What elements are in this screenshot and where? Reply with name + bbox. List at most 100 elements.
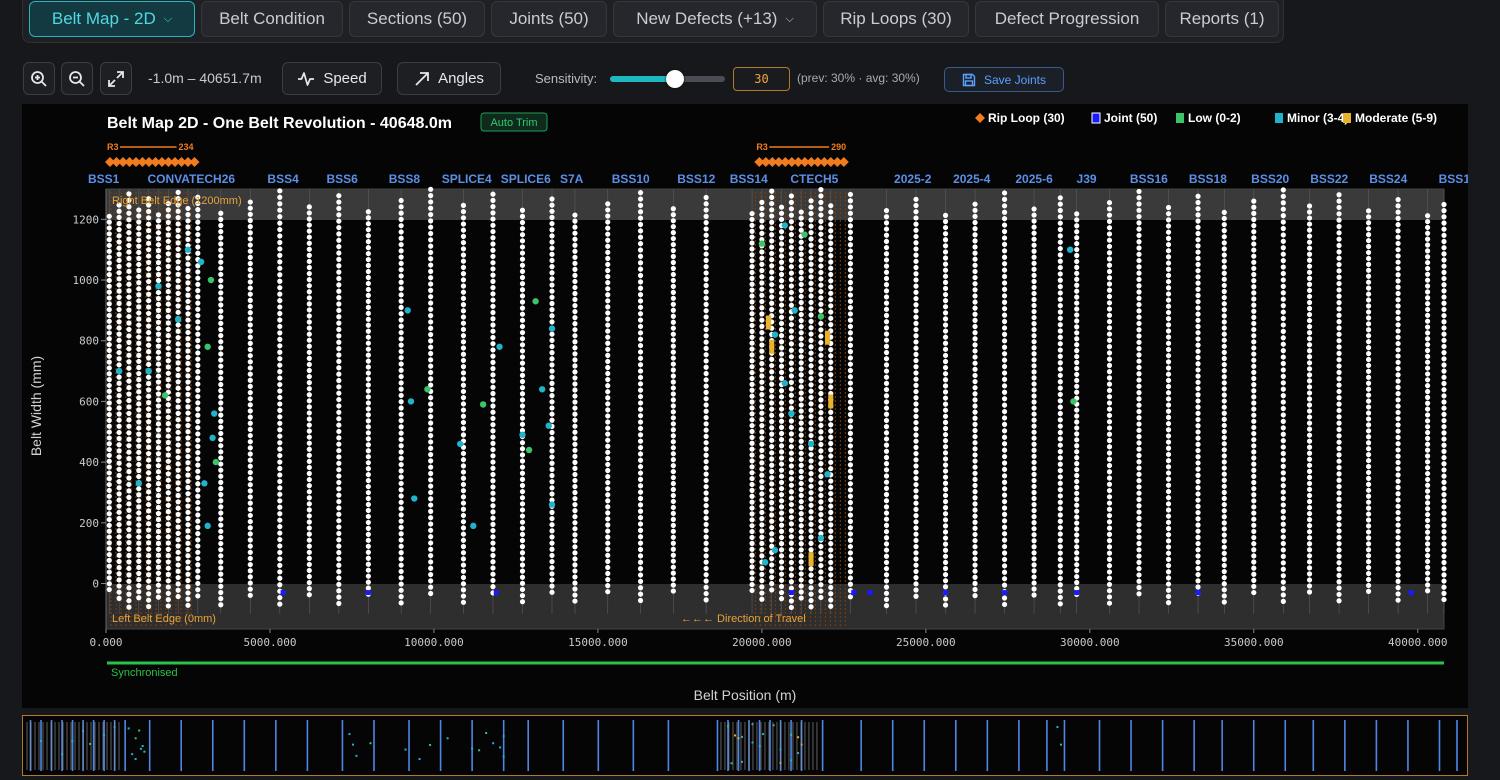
scan-point	[247, 568, 253, 574]
scan-point	[218, 284, 224, 290]
scan-point	[136, 431, 142, 437]
scan-point	[247, 316, 253, 322]
scan-point	[749, 375, 755, 382]
tab-belt-condition[interactable]: Belt Condition	[201, 1, 343, 37]
scan-point	[277, 233, 283, 239]
scan-point	[247, 537, 253, 543]
save-joints-button[interactable]: Save Joints	[944, 67, 1064, 92]
scan-point	[1074, 573, 1080, 580]
scan-point	[136, 540, 142, 546]
zoom-out-button[interactable]	[61, 62, 93, 95]
belt-map-chart[interactable]: R3 234 R3 290 BSS1 CONVATECH26 BSS4 BSS6 BSS8 SP…	[22, 104, 1468, 708]
scan-point	[769, 281, 775, 288]
scan-point	[759, 528, 765, 534]
scan-point	[942, 547, 949, 553]
scan-point	[549, 257, 555, 264]
scan-point	[277, 478, 283, 485]
scan-point	[1057, 544, 1063, 550]
scan-point	[1136, 320, 1142, 327]
scan-point	[605, 280, 611, 286]
tab-new-defects[interactable]: New Defects (+13) ⌵	[613, 1, 817, 37]
scan-point	[808, 585, 814, 591]
scan-point	[798, 438, 804, 444]
scan-point	[942, 456, 949, 462]
scan-point	[195, 481, 201, 487]
scan-point	[1165, 359, 1172, 365]
zoom-in-button[interactable]	[23, 62, 55, 95]
scan-point	[828, 559, 834, 566]
angles-button[interactable]: Angles	[397, 62, 501, 95]
scan-point	[1165, 303, 1172, 309]
scan-point	[942, 468, 949, 474]
scan-point	[185, 596, 191, 602]
scan-point	[1031, 351, 1037, 357]
scan-point	[195, 356, 201, 362]
scan-point	[1031, 345, 1037, 351]
scan-point	[1306, 233, 1313, 239]
scan-point	[808, 337, 814, 344]
scan-point	[365, 460, 371, 466]
sensitivity-slider[interactable]	[610, 70, 725, 88]
scan-point	[247, 494, 253, 500]
scan-point	[942, 438, 949, 444]
scan-point	[428, 294, 434, 300]
scan-point	[1280, 528, 1286, 534]
scan-point	[136, 595, 142, 601]
scan-point	[185, 311, 191, 317]
scan-point	[1365, 564, 1372, 571]
scan-point	[126, 301, 132, 307]
tab-joints[interactable]: Joints (50)	[491, 1, 607, 37]
scan-point	[247, 285, 253, 291]
sensitivity-value-input[interactable]: 30	[733, 67, 790, 91]
scan-point	[428, 193, 434, 199]
tab-reports[interactable]: Reports (1)	[1165, 1, 1279, 37]
scan-point	[703, 207, 709, 213]
scan-point	[572, 212, 578, 218]
scan-point	[572, 483, 578, 490]
scan-point	[428, 319, 434, 325]
scan-point	[670, 528, 676, 534]
scan-point	[942, 401, 949, 407]
scan-point	[1057, 499, 1063, 505]
scan-point	[1106, 231, 1113, 237]
scan-point	[847, 198, 854, 204]
scan-point	[116, 233, 122, 239]
tab-sections[interactable]: Sections (50)	[349, 1, 485, 37]
scan-point	[116, 214, 122, 220]
belt-map-plot[interactable]: R3 234 R3 290 BSS1 CONVATECH26 BSS4 BSS6 BSS8 SP…	[22, 104, 1468, 708]
scan-point	[1031, 574, 1037, 580]
scan-point	[1165, 390, 1172, 396]
scan-point	[155, 516, 162, 523]
scan-point	[818, 257, 824, 263]
fit-view-button[interactable]	[100, 62, 132, 95]
scan-point	[769, 537, 775, 543]
scan-point	[116, 522, 122, 528]
scan-point	[549, 313, 555, 319]
scan-point	[670, 230, 676, 236]
overview-defect-point	[492, 742, 495, 745]
scan-point	[759, 454, 765, 460]
speed-button[interactable]: Speed	[282, 62, 382, 95]
scan-point	[549, 239, 555, 245]
scan-point	[1441, 374, 1447, 380]
scan-point	[277, 310, 283, 317]
tab-belt-map-2d[interactable]: Belt Map - 2D ⌵	[29, 1, 195, 37]
scan-point	[1057, 201, 1063, 207]
overview-minimap[interactable]	[22, 715, 1468, 776]
scan-point	[818, 518, 824, 524]
scan-point	[1057, 442, 1063, 448]
scan-point	[605, 455, 611, 461]
tab-rip-loops[interactable]: Rip Loops (30)	[823, 1, 969, 37]
tab-defect-progression[interactable]: Defect Progression	[975, 1, 1159, 37]
scan-point	[1106, 268, 1113, 275]
scan-point	[637, 196, 644, 202]
scan-point	[670, 516, 676, 522]
overview-plot[interactable]	[23, 716, 1467, 775]
sensitivity-slider-handle[interactable]	[665, 70, 684, 88]
scan-point	[306, 252, 312, 258]
scan-point	[1001, 466, 1008, 473]
scan-point	[1031, 399, 1037, 405]
scan-point	[703, 553, 709, 559]
scan-point	[365, 328, 371, 334]
scan-point	[1136, 503, 1142, 509]
